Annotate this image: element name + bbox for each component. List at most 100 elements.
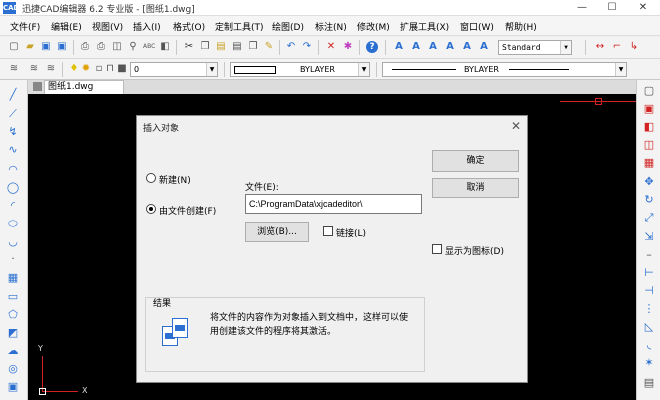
trim-icon[interactable]: ⊢ xyxy=(642,266,656,280)
menu-modify[interactable]: 修改(M) xyxy=(357,20,390,33)
revision-cloud-icon[interactable]: ☁ xyxy=(6,344,20,358)
text-icon[interactable]: A xyxy=(410,41,422,53)
display-as-icon-label[interactable]: 显示为图标(D) xyxy=(445,244,504,257)
fillet-icon[interactable]: ◟ xyxy=(642,338,656,352)
scale-text-icon[interactable]: A xyxy=(461,41,473,53)
print-preview-icon[interactable]: ⎙ xyxy=(95,41,107,53)
mirror-icon[interactable]: ◧ xyxy=(642,120,656,134)
radio-from-file[interactable] xyxy=(146,204,156,214)
layer-state-icon[interactable]: ≋ xyxy=(28,63,40,75)
ok-button[interactable]: 确定 xyxy=(432,150,519,172)
cut-icon[interactable]: ✂ xyxy=(183,41,195,53)
copy-clip-icon[interactable]: ❐ xyxy=(247,41,259,53)
layer-previous-icon[interactable]: ≋ xyxy=(45,63,57,75)
line-icon[interactable]: ╱ xyxy=(6,88,20,102)
move-icon[interactable]: ✥ xyxy=(642,175,656,189)
ellipse-arc-icon[interactable]: ◡ xyxy=(6,235,20,249)
dialog-close-button[interactable]: ✕ xyxy=(511,119,521,133)
circle-icon[interactable]: ◯ xyxy=(6,181,20,195)
spell-check-icon[interactable]: ABC xyxy=(143,41,155,53)
zoom-icon[interactable]: ⚲ xyxy=(127,41,139,53)
link-checkbox[interactable] xyxy=(323,226,333,236)
sun-icon[interactable]: ✹ xyxy=(80,63,92,75)
menu-format[interactable]: 格式(O) xyxy=(173,20,205,33)
preview-icon[interactable]: ◫ xyxy=(111,41,123,53)
text-style-select[interactable]: Standard ▼ xyxy=(498,40,572,55)
delete-icon[interactable]: ✕ xyxy=(325,41,337,53)
redo-icon[interactable]: ↷ xyxy=(301,41,313,53)
maximize-button[interactable]: ☐ xyxy=(597,0,627,16)
arc-3p-icon[interactable]: ◜ xyxy=(6,199,20,213)
arc-icon[interactable]: ◠ xyxy=(6,163,20,177)
menu-extend-tools[interactable]: 扩展工具(X) xyxy=(400,20,449,33)
radio-new[interactable] xyxy=(146,173,156,183)
rotate-icon[interactable]: ↻ xyxy=(642,193,656,207)
polygon-icon[interactable]: ⬠ xyxy=(6,308,20,322)
donut-icon[interactable]: ◎ xyxy=(6,362,20,376)
justify-text-icon[interactable]: A xyxy=(478,41,490,53)
offset-icon[interactable]: ◫ xyxy=(642,138,656,152)
layer-color-icon[interactable]: ■ xyxy=(116,63,128,75)
layers-icon[interactable]: ≋ xyxy=(8,63,20,75)
menu-custom-tools[interactable]: 定制工具(T) xyxy=(215,20,264,33)
menu-file[interactable]: 文件(F) xyxy=(10,20,40,33)
chamfer-icon[interactable]: ◺ xyxy=(642,320,656,334)
scale-icon[interactable]: ⤢ xyxy=(642,211,656,225)
close-window-button[interactable]: ✕ xyxy=(628,0,658,16)
radio-new-label[interactable]: 新建(N) xyxy=(159,173,191,186)
minimize-button[interactable]: — xyxy=(567,0,597,16)
menu-insert[interactable]: 插入(I) xyxy=(133,20,161,33)
cancel-button[interactable]: 取消 xyxy=(432,178,519,198)
print-icon[interactable]: ⎙ xyxy=(79,41,91,53)
erase-tool-icon[interactable]: ▢ xyxy=(642,84,656,98)
mtext-icon[interactable]: A xyxy=(427,41,439,53)
ellipse-icon[interactable]: ⬭ xyxy=(6,217,20,231)
menu-edit[interactable]: 编辑(E) xyxy=(51,20,82,33)
erase-icon[interactable]: ✱ xyxy=(342,41,354,53)
save-as-icon[interactable]: ▣ xyxy=(56,41,68,53)
link-label[interactable]: 链接(L) xyxy=(336,226,366,239)
hatch-icon[interactable]: ▦ xyxy=(6,271,20,285)
browse-button[interactable]: 浏览(B)... xyxy=(245,222,309,242)
spline-icon[interactable]: ∿ xyxy=(6,143,20,157)
open-file-icon[interactable]: ▰ xyxy=(24,41,36,53)
help-icon[interactable]: ? xyxy=(366,41,378,53)
radio-from-file-label[interactable]: 由文件创建(F) xyxy=(159,204,216,217)
dim-linear-icon[interactable]: ↔ xyxy=(594,41,606,53)
array-icon[interactable]: ▦ xyxy=(642,156,656,170)
menu-draw[interactable]: 绘图(D) xyxy=(272,20,304,33)
dim-aligned-icon[interactable]: ⌐ xyxy=(611,41,623,53)
edit-text-icon[interactable]: A xyxy=(444,41,456,53)
color-select[interactable]: BYLAYER ▼ xyxy=(230,62,370,77)
paste-icon[interactable]: ▤ xyxy=(215,41,227,53)
menu-dimension[interactable]: 标注(N) xyxy=(315,20,347,33)
file-path-input[interactable]: C:\ProgramData\xjcadeditor\ xyxy=(245,194,422,214)
tab-menu-icon[interactable] xyxy=(33,82,42,91)
properties-icon[interactable]: ▤ xyxy=(642,376,656,390)
brush-icon[interactable]: ✎ xyxy=(263,41,275,53)
rectangle-icon[interactable]: ▭ xyxy=(6,290,20,304)
copy-tool-icon[interactable]: ▣ xyxy=(642,102,656,116)
new-file-icon[interactable]: ▢ xyxy=(8,41,20,53)
polyline-icon[interactable]: ↯ xyxy=(6,125,20,139)
linetype-select[interactable]: BYLAYER ▼ xyxy=(382,62,627,77)
menu-view[interactable]: 视图(V) xyxy=(92,20,123,33)
paste-special-icon[interactable]: ▤ xyxy=(231,41,243,53)
layer-select[interactable]: 0 ▼ xyxy=(130,62,218,77)
explode-icon[interactable]: ✶ xyxy=(642,356,656,370)
extend-icon[interactable]: ⊣ xyxy=(642,284,656,298)
construction-line-icon[interactable]: ⟋ xyxy=(6,107,20,121)
point-icon[interactable]: · xyxy=(6,252,20,266)
block-icon[interactable]: ▣ xyxy=(6,380,20,394)
light-bulb-icon[interactable]: ♦ xyxy=(68,63,80,75)
save-icon[interactable]: ▣ xyxy=(40,41,52,53)
undo-icon[interactable]: ↶ xyxy=(285,41,297,53)
break-icon[interactable]: ⋮ xyxy=(642,302,656,316)
menu-help[interactable]: 帮助(H) xyxy=(505,20,537,33)
region-icon[interactable]: ◩ xyxy=(6,326,20,340)
lock-icon[interactable]: ⊓ xyxy=(104,63,116,75)
menu-window[interactable]: 窗口(W) xyxy=(460,20,494,33)
stretch-icon[interactable]: ⇲ xyxy=(642,230,656,244)
copy-icon[interactable]: ❐ xyxy=(199,41,211,53)
match-properties-icon[interactable]: ◧ xyxy=(159,41,171,53)
